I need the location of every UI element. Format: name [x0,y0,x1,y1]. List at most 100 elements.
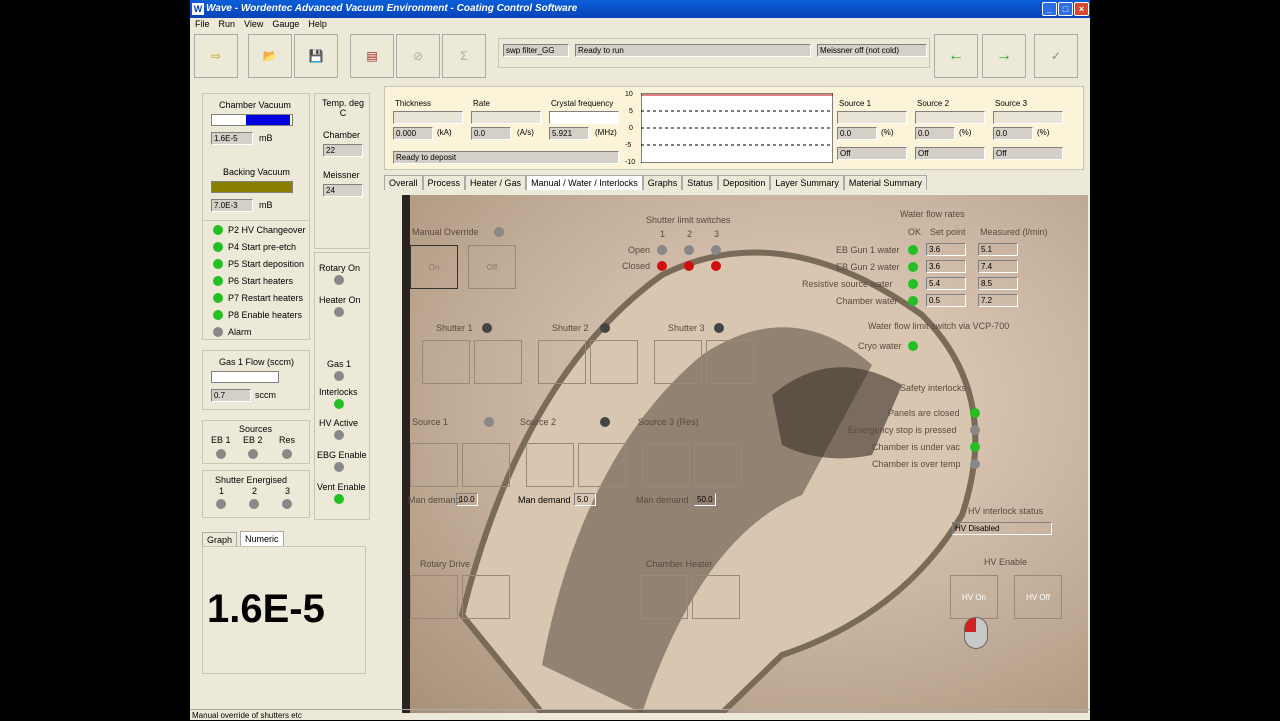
run-arrow-button[interactable]: ⇨ [194,34,238,78]
temperature-group: Temp. deg C Chamber 22 Meissner 24 [314,93,370,249]
main-tabs: Overall Process Heater / Gas Manual / Wa… [384,175,927,191]
man-demand-label: Man demand [636,495,689,505]
shutter-1-open-button[interactable] [422,340,470,384]
rotary-off-button[interactable] [462,575,510,619]
heater-on-button[interactable] [640,575,688,619]
clear-icon[interactable]: ⊘ [396,34,440,78]
tab-manual-water-interlocks[interactable]: Manual / Water / Interlocks [526,175,643,190]
safety-item: Chamber is over temp [872,459,961,469]
shutter-energised-label: Shutter Energised [215,475,288,485]
menu-file[interactable]: File [195,19,210,29]
crystal-value: 5.921 [549,127,589,140]
source-3-on-button[interactable] [642,443,690,487]
unit-label: mB [259,133,273,143]
sigma-icon[interactable]: Σ [442,34,486,78]
status-led [213,225,223,235]
shutter-1-close-button[interactable] [474,340,522,384]
status-bar: Manual override of shutters etc [190,709,1090,720]
close-button[interactable]: × [1074,2,1089,16]
cryo-label: Cryo water [858,341,902,351]
status-led [334,371,344,381]
tab-material-summary[interactable]: Material Summary [843,175,927,190]
rotary-on-button[interactable] [410,575,458,619]
maximize-button[interactable]: □ [1058,2,1073,16]
closed-label: Closed [622,261,651,271]
gas-flow-group: Gas 1 Flow (sccm) 0.7 sccm [202,350,310,410]
tab-heater-gas[interactable]: Heater / Gas [465,175,527,190]
water-set[interactable]: 3.6 [926,243,966,256]
source-2-on-button[interactable] [526,443,574,487]
shutter-3-label: 3 [714,229,720,239]
shutter-2-close-button[interactable] [590,340,638,384]
shutter-energised-group: Shutter Energised 1 2 3 [202,470,310,518]
shutter-2-open-button[interactable] [538,340,586,384]
tab-process[interactable]: Process [422,175,466,190]
save-icon[interactable]: 💾 [294,34,338,78]
source-2-off-button[interactable] [578,443,626,487]
menu-view[interactable]: View [244,19,263,29]
hv-on-button[interactable]: HV On [950,575,998,619]
shutter-3-open-button[interactable] [654,340,702,384]
water-set[interactable]: 5.4 [926,277,966,290]
status-led [334,275,344,285]
eb2-label: EB 2 [243,435,263,445]
status-led [657,261,667,271]
source-1-value: 0.0 [837,127,877,140]
man-demand-2[interactable]: 5.0 [574,493,596,506]
check-icon[interactable]: ✓ [1034,34,1078,78]
water-set[interactable]: 0.5 [926,294,966,307]
water-measured: 7.2 [978,294,1018,307]
title-bar: W Wave - Wordentec Advanced Vacuum Envir… [190,0,1090,18]
window-title: Wave - Wordentec Advanced Vacuum Environ… [206,3,578,14]
minimize-button[interactable]: _ [1042,2,1057,16]
source-3-bar [993,111,1063,124]
open-icon[interactable]: 📂 [248,34,292,78]
ebg-enable-label: EBG Enable [317,450,367,460]
status-led [657,245,667,255]
menu-help[interactable]: Help [308,19,327,29]
back-arrow-button[interactable]: ← [934,34,978,78]
status-led [970,459,980,469]
status-led [334,399,344,409]
man-demand-3[interactable]: 50.0 [694,493,716,506]
deposit-status: Ready to deposit [393,151,619,164]
recipe-field: swp filter_GG [503,44,569,57]
heater-off-button[interactable] [692,575,740,619]
manual-off-button[interactable]: Off [468,245,516,289]
layers-icon[interactable]: ▤ [350,34,394,78]
menu-run[interactable]: Run [219,19,236,29]
source-1-label: Source 1 [839,99,872,108]
interlock-label: P8 Enable heaters [228,310,303,320]
menu-gauge[interactable]: Gauge [272,19,299,29]
hv-off-button[interactable]: HV Off [1014,575,1062,619]
status-led [484,417,494,427]
source-2-title: Source 2 [520,417,557,427]
forward-arrow-button[interactable]: → [982,34,1026,78]
shutter-3-close-button[interactable] [706,340,754,384]
shutter-2-label: 2 [252,486,258,496]
tab-layer-summary[interactable]: Layer Summary [770,175,844,190]
water-limit-label: Water flow limit switch via VCP-700 [868,321,1010,331]
tab-numeric[interactable]: Numeric [240,531,284,546]
tab-status[interactable]: Status [682,175,718,190]
man-demand-1[interactable]: 10.0 [456,493,478,506]
thickness-bar [393,111,463,124]
manual-on-button[interactable]: On [410,245,458,289]
rate-unit: (A/s) [517,128,534,137]
tab-graphs[interactable]: Graphs [642,175,683,190]
source-3-off-button[interactable] [694,443,742,487]
tab-deposition[interactable]: Deposition [717,175,771,190]
manual-override-label: Manual Override [412,227,479,237]
source-1-on-button[interactable] [410,443,458,487]
axis-tick: -10 [625,159,636,166]
tab-overall[interactable]: Overall [384,175,423,190]
tab-graph[interactable]: Graph [202,532,238,547]
shutter-3-title: Shutter 3 [668,323,705,333]
water-set[interactable]: 3.6 [926,260,966,273]
source-1-off-button[interactable] [462,443,510,487]
status-led [213,310,223,320]
chamber-photo-panel: Manual Override On Off Shutter limit swi… [402,195,1088,713]
status-led [684,245,694,255]
safety-item: Emergency stop is pressed [848,425,957,435]
ok-header: OK [908,227,922,237]
